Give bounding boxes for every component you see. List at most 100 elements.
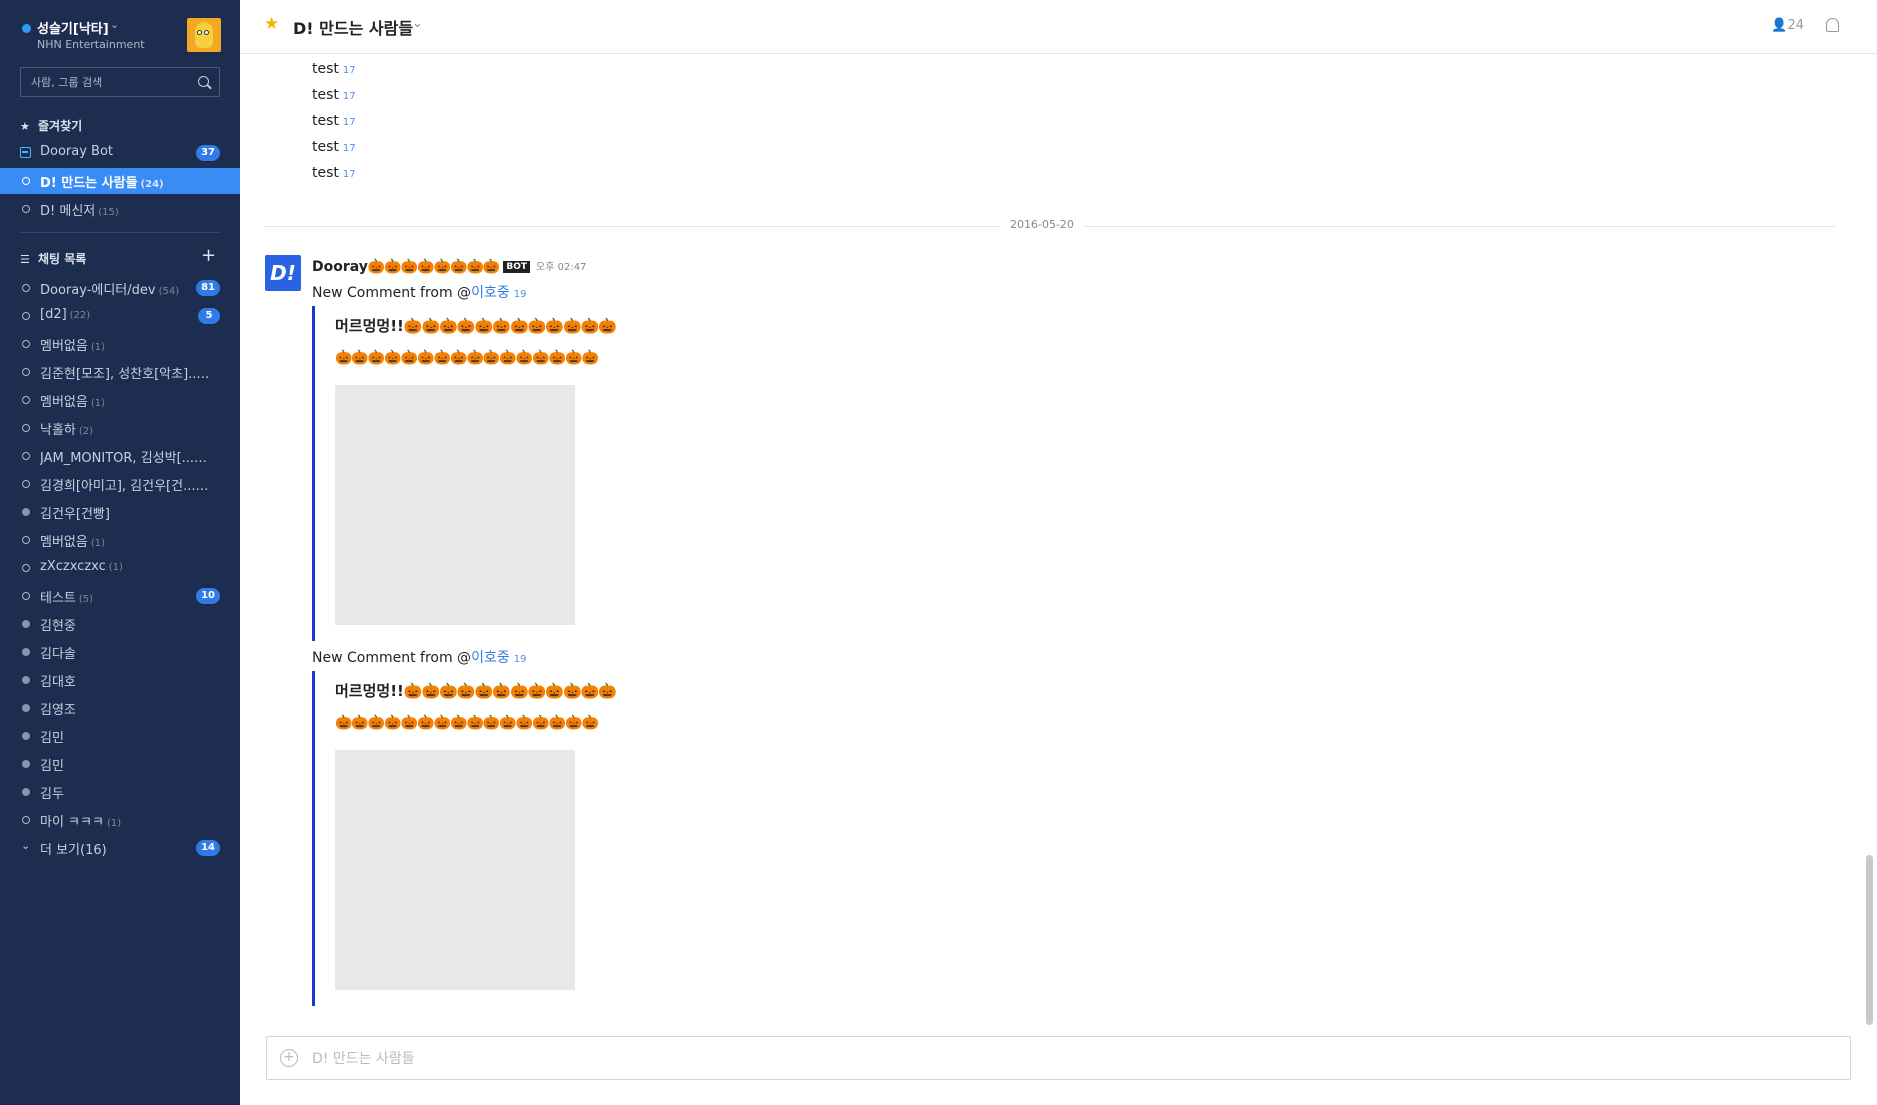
- sidebar-item-count: (54): [158, 286, 180, 297]
- chevron-down-icon[interactable]: ⌄: [110, 18, 119, 31]
- sidebar-item[interactable]: 김다솔: [0, 639, 240, 665]
- sidebar-item[interactable]: [d2] (22) 5: [0, 303, 240, 329]
- star-icon: ★: [20, 120, 30, 133]
- sidebar-item[interactable]: 테스트 (5) 10: [0, 583, 240, 609]
- sidebar-item-label: Dooray Bot: [40, 144, 113, 159]
- channel-title[interactable]: D! 만드는 사람들: [293, 15, 413, 39]
- search-input[interactable]: [31, 74, 191, 90]
- scrollbar[interactable]: [1866, 55, 1873, 1030]
- sidebar-item[interactable]: ⌄ 더 보기(16) 14: [0, 835, 240, 861]
- sidebar-item[interactable]: 멤버없음 (1): [0, 387, 240, 413]
- divider: [20, 232, 220, 233]
- attachment-image[interactable]: [335, 385, 575, 625]
- sidebar-item-label: JAM_MONITOR, 김성박[... (3): [40, 447, 210, 466]
- sidebar-item[interactable]: 멤버없음 (1): [0, 527, 240, 553]
- search-icon[interactable]: [198, 76, 209, 87]
- quote-bar: [312, 306, 315, 641]
- attachment-image[interactable]: [335, 750, 575, 990]
- bot-avatar[interactable]: D!: [265, 255, 301, 291]
- unread-badge: 81: [196, 280, 220, 296]
- sidebar-item-name: 김다솔: [40, 647, 76, 662]
- sidebar-item[interactable]: D! 메신저 (15): [0, 196, 240, 222]
- message-sender: Dooray🎃🎃🎃🎃🎃🎃🎃🎃 BOT 오후 02:47: [312, 258, 586, 275]
- sidebar-item-name: 김경희[아미고], 김건우[건...: [40, 479, 196, 494]
- dot-icon: [22, 648, 30, 656]
- chat-list-title: 채팅 목록: [38, 252, 87, 266]
- sidebar-item-label: 김준현[모조], 성찬호[악초]...(4): [40, 363, 210, 382]
- message-time: 17: [342, 143, 356, 154]
- message-input[interactable]: [312, 1049, 1812, 1069]
- ring-icon: [22, 536, 30, 544]
- sidebar-item-label: 김민: [40, 727, 64, 746]
- ring-icon: [22, 340, 30, 348]
- sidebar-item-count: (1): [90, 398, 106, 409]
- plus-circle-icon[interactable]: +: [280, 1049, 298, 1067]
- message-line: test 17: [312, 87, 356, 103]
- sidebar-item[interactable]: 김현중: [0, 611, 240, 637]
- ring-icon: [22, 368, 30, 376]
- message-composer[interactable]: +: [266, 1036, 1851, 1080]
- sidebar-item-name: 김대호: [40, 675, 76, 690]
- search-box[interactable]: [20, 67, 220, 97]
- sidebar-item[interactable]: D! 만드는 사람들 (24): [0, 168, 240, 194]
- sidebar-item[interactable]: 김경희[아미고], 김건우[건...(5): [0, 471, 240, 497]
- message-text: test: [312, 87, 339, 103]
- sidebar-item-label: 김영조: [40, 699, 76, 718]
- sidebar-item-name: 김현중: [40, 619, 76, 634]
- sidebar-item[interactable]: 김건우[건빵]: [0, 499, 240, 525]
- sidebar-item[interactable]: 마이 ㅋㅋㅋ (1): [0, 807, 240, 833]
- member-count[interactable]: 👤24: [1771, 18, 1804, 33]
- sidebar-item-name: 김민: [40, 731, 64, 746]
- sidebar-item-count: (1): [90, 342, 106, 353]
- sender-name[interactable]: Dooray: [312, 259, 368, 275]
- sidebar-item-name: 멤버없음: [40, 535, 88, 550]
- sidebar-item-name: JAM_MONITOR, 김성박[...: [40, 451, 195, 466]
- sidebar-item[interactable]: 낙홀하 (2): [0, 415, 240, 441]
- sidebar-item-count: (2): [78, 426, 94, 437]
- sidebar-item[interactable]: Dooray-에디터/dev (54) 81: [0, 275, 240, 301]
- sidebar-item-count: (15): [98, 207, 119, 218]
- favorites-header: ★ 즐겨찾기: [20, 117, 82, 134]
- bell-icon[interactable]: [1826, 18, 1839, 32]
- sidebar-item-name: D! 메신저: [40, 204, 96, 219]
- sidebar-item-label: D! 메신저 (15): [40, 200, 119, 219]
- avatar[interactable]: [187, 18, 221, 52]
- sidebar-item-name: 멤버없음: [40, 395, 88, 410]
- sidebar-item[interactable]: 김대호: [0, 667, 240, 693]
- sidebar-item-name: 김준현[모조], 성찬호[악초]...: [40, 367, 201, 382]
- sidebar-item-name: D! 만드는 사람들: [40, 176, 138, 191]
- list-icon: ☰: [20, 253, 30, 266]
- mention-link[interactable]: 이호중: [471, 650, 510, 666]
- sidebar-item[interactable]: JAM_MONITOR, 김성박[... (3): [0, 443, 240, 469]
- sidebar-item-label: 멤버없음 (1): [40, 531, 105, 550]
- profile[interactable]: 성슬기[낙타] ⌄ NHN Entertainment: [20, 18, 225, 58]
- user-name[interactable]: 성슬기[낙타]: [37, 18, 109, 37]
- sidebar-item[interactable]: 김민: [0, 751, 240, 777]
- sidebar-item[interactable]: 김준현[모조], 성찬호[악초]...(4): [0, 359, 240, 385]
- sidebar-item[interactable]: 김영조: [0, 695, 240, 721]
- dot-icon: [22, 676, 30, 684]
- sidebar-item[interactable]: 김두: [0, 779, 240, 805]
- message-line: test 17: [312, 113, 356, 129]
- message-time: 17: [342, 91, 356, 102]
- mention-link[interactable]: 이호중: [471, 285, 510, 301]
- star-icon[interactable]: ★: [264, 14, 279, 34]
- ring-icon: [22, 396, 30, 404]
- chat-list-header: ☰ 채팅 목록: [20, 250, 86, 267]
- sidebar-item[interactable]: Dooray Bot 37: [0, 140, 240, 166]
- sidebar-item[interactable]: zXczxczxc (1): [0, 555, 240, 581]
- sidebar-item-count: (5): [78, 594, 94, 605]
- ring-icon: [22, 816, 30, 824]
- attachment-title-emoji: 🎃🎃🎃🎃🎃🎃🎃🎃🎃🎃🎃🎃: [403, 682, 617, 700]
- sidebar-item[interactable]: 김민: [0, 723, 240, 749]
- plus-icon[interactable]: +: [201, 247, 216, 265]
- chevron-down-icon[interactable]: ⌄: [412, 16, 423, 31]
- message-time: 17: [342, 65, 356, 76]
- sidebar-item[interactable]: 멤버없음 (1): [0, 331, 240, 357]
- ring-icon: [22, 424, 30, 432]
- ring-icon: [22, 452, 30, 460]
- unread-badge: 14: [196, 840, 220, 856]
- comment-header: New Comment from @이호중 19: [312, 647, 526, 667]
- member-count-value: 24: [1787, 18, 1804, 33]
- scrollbar-thumb[interactable]: [1866, 855, 1873, 1025]
